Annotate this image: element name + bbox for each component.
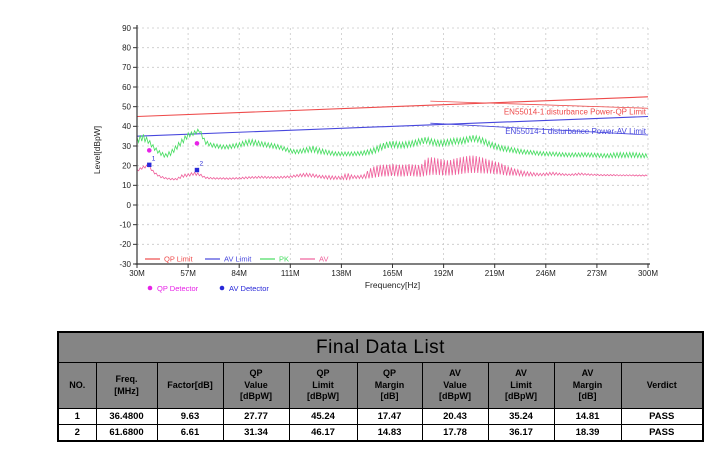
y-tick-label: -10 [119,220,131,229]
data-cell: 45.24 [288,408,358,425]
annotation-label-1: EN55014-1 disturbance Power-QP Limit [504,107,647,116]
qp-detector-marker [146,148,152,153]
table-row-1: 1 36.4800 9.63 27.77 45.24 17.47 20.43 35.24 14.… [57,408,704,425]
column-header-av: AV Limit [dBpW] [487,362,555,409]
data-cell: 31.34 [222,424,290,442]
y-tick-label: 10 [122,181,131,190]
data-cell: 27.77 [222,408,290,425]
disturbance-power-chart: EN55014-1 disturbance Power-QP Limit EN55… [0,0,718,300]
x-tick-label: 138M [331,269,351,278]
data-cell: 1 [57,408,97,425]
marker-index-label: 1 [152,155,156,162]
y-tick-label: -30 [119,260,131,269]
x-tick-label: 246M [536,269,556,278]
verdict-cell: PASS [620,424,704,442]
table-row-2: 2 61.6800 6.61 31.34 46.17 14.83 17.78 36.17 18.… [57,424,704,442]
x-tick-label: 111M [281,269,300,278]
x-tick-label: 30M [129,269,145,278]
data-cell: 2 [57,424,97,442]
x-tick-label: 165M [382,269,402,278]
y-tick-label: 50 [122,102,131,111]
qp-detector-legend-label: QP Detector [157,284,199,293]
legend-label-av-limit: AV Limit [224,255,252,264]
marker-index-label: 2 [199,161,203,168]
data-cell: 36.4800 [95,408,158,425]
data-cell: 36.17 [487,424,555,442]
level-vs-frequency-plot: EN55014-1 disturbance Power-QP Limit EN55… [92,24,658,293]
column-header-no-: NO. [57,362,97,409]
x-tick-label: 84M [231,269,247,278]
data-cell: 17.47 [356,408,423,425]
y-tick-label: -20 [119,240,131,249]
x-tick-label: 273M [587,269,607,278]
data-cell: 20.43 [421,408,489,425]
x-tick-label: 300M [638,269,658,278]
table-title: Final Data List [57,331,704,363]
column-header-freq-: Freq. [MHz] [95,362,158,409]
data-cell: 6.61 [156,424,224,442]
qp-detector-legend-marker [147,285,153,291]
column-header-av: AV Value [dBpW] [421,362,489,409]
data-cell: 14.83 [356,424,423,442]
data-cell: 46.17 [288,424,358,442]
column-header-qp: QP Value [dBpW] [222,362,290,409]
data-cell: 18.39 [553,424,622,442]
y-tick-label: 80 [122,43,131,52]
av-detector-marker [147,162,152,168]
level-axis-label: Level[dBpW] [92,126,102,174]
legend-label-pk: PK [279,255,289,264]
annotation-label-2: EN55014-1 disturbance Power-AV Limit [505,127,647,136]
final-data-table: Final Data List NO. Freq. [MHz] Factor[dB] Q… [57,331,704,442]
column-header-qp: QP Limit [dBpW] [288,362,358,409]
y-tick-label: 0 [127,201,132,210]
column-header-av: AV Margin [dB] [553,362,622,409]
data-cell: 9.63 [156,408,224,425]
y-tick-label: 30 [122,142,131,151]
y-tick-label: 20 [122,161,131,170]
x-tick-label: 57M [180,269,196,278]
x-tick-label: 219M [485,269,505,278]
column-header-qp: QP Margin [dB] [356,362,423,409]
data-cell: 35.24 [487,408,555,425]
emc-test-report-page: EN55014-1 disturbance Power-QP Limit EN55… [0,0,718,462]
av-detector-legend-marker [219,285,225,291]
table-header-row: NO. Freq. [MHz] Factor[dB] QP Value [dBpW] QP Li… [57,362,704,409]
data-cell: 17.78 [421,424,489,442]
table-title-row: Final Data List [57,331,704,363]
y-tick-label: 70 [122,63,131,72]
legend-label-qp-limit: QP Limit [164,255,194,264]
data-cell: 14.81 [553,408,622,425]
av-detector-legend-label: AV Detector [229,284,269,293]
column-header-verdict: Verdict [620,362,704,409]
y-tick-label: 60 [122,83,131,92]
legend-label-av: AV [319,255,328,264]
column-header-factor-db-: Factor[dB] [156,362,224,409]
y-tick-label: 40 [122,122,131,131]
y-tick-label: 90 [122,24,131,33]
av-detector-marker [194,167,200,173]
x-tick-label: 192M [434,269,454,278]
data-cell: 61.6800 [95,424,158,442]
frequency-axis-label: Frequency[Hz] [365,280,420,290]
verdict-cell: PASS [620,408,704,425]
qp-detector-marker [194,141,200,146]
